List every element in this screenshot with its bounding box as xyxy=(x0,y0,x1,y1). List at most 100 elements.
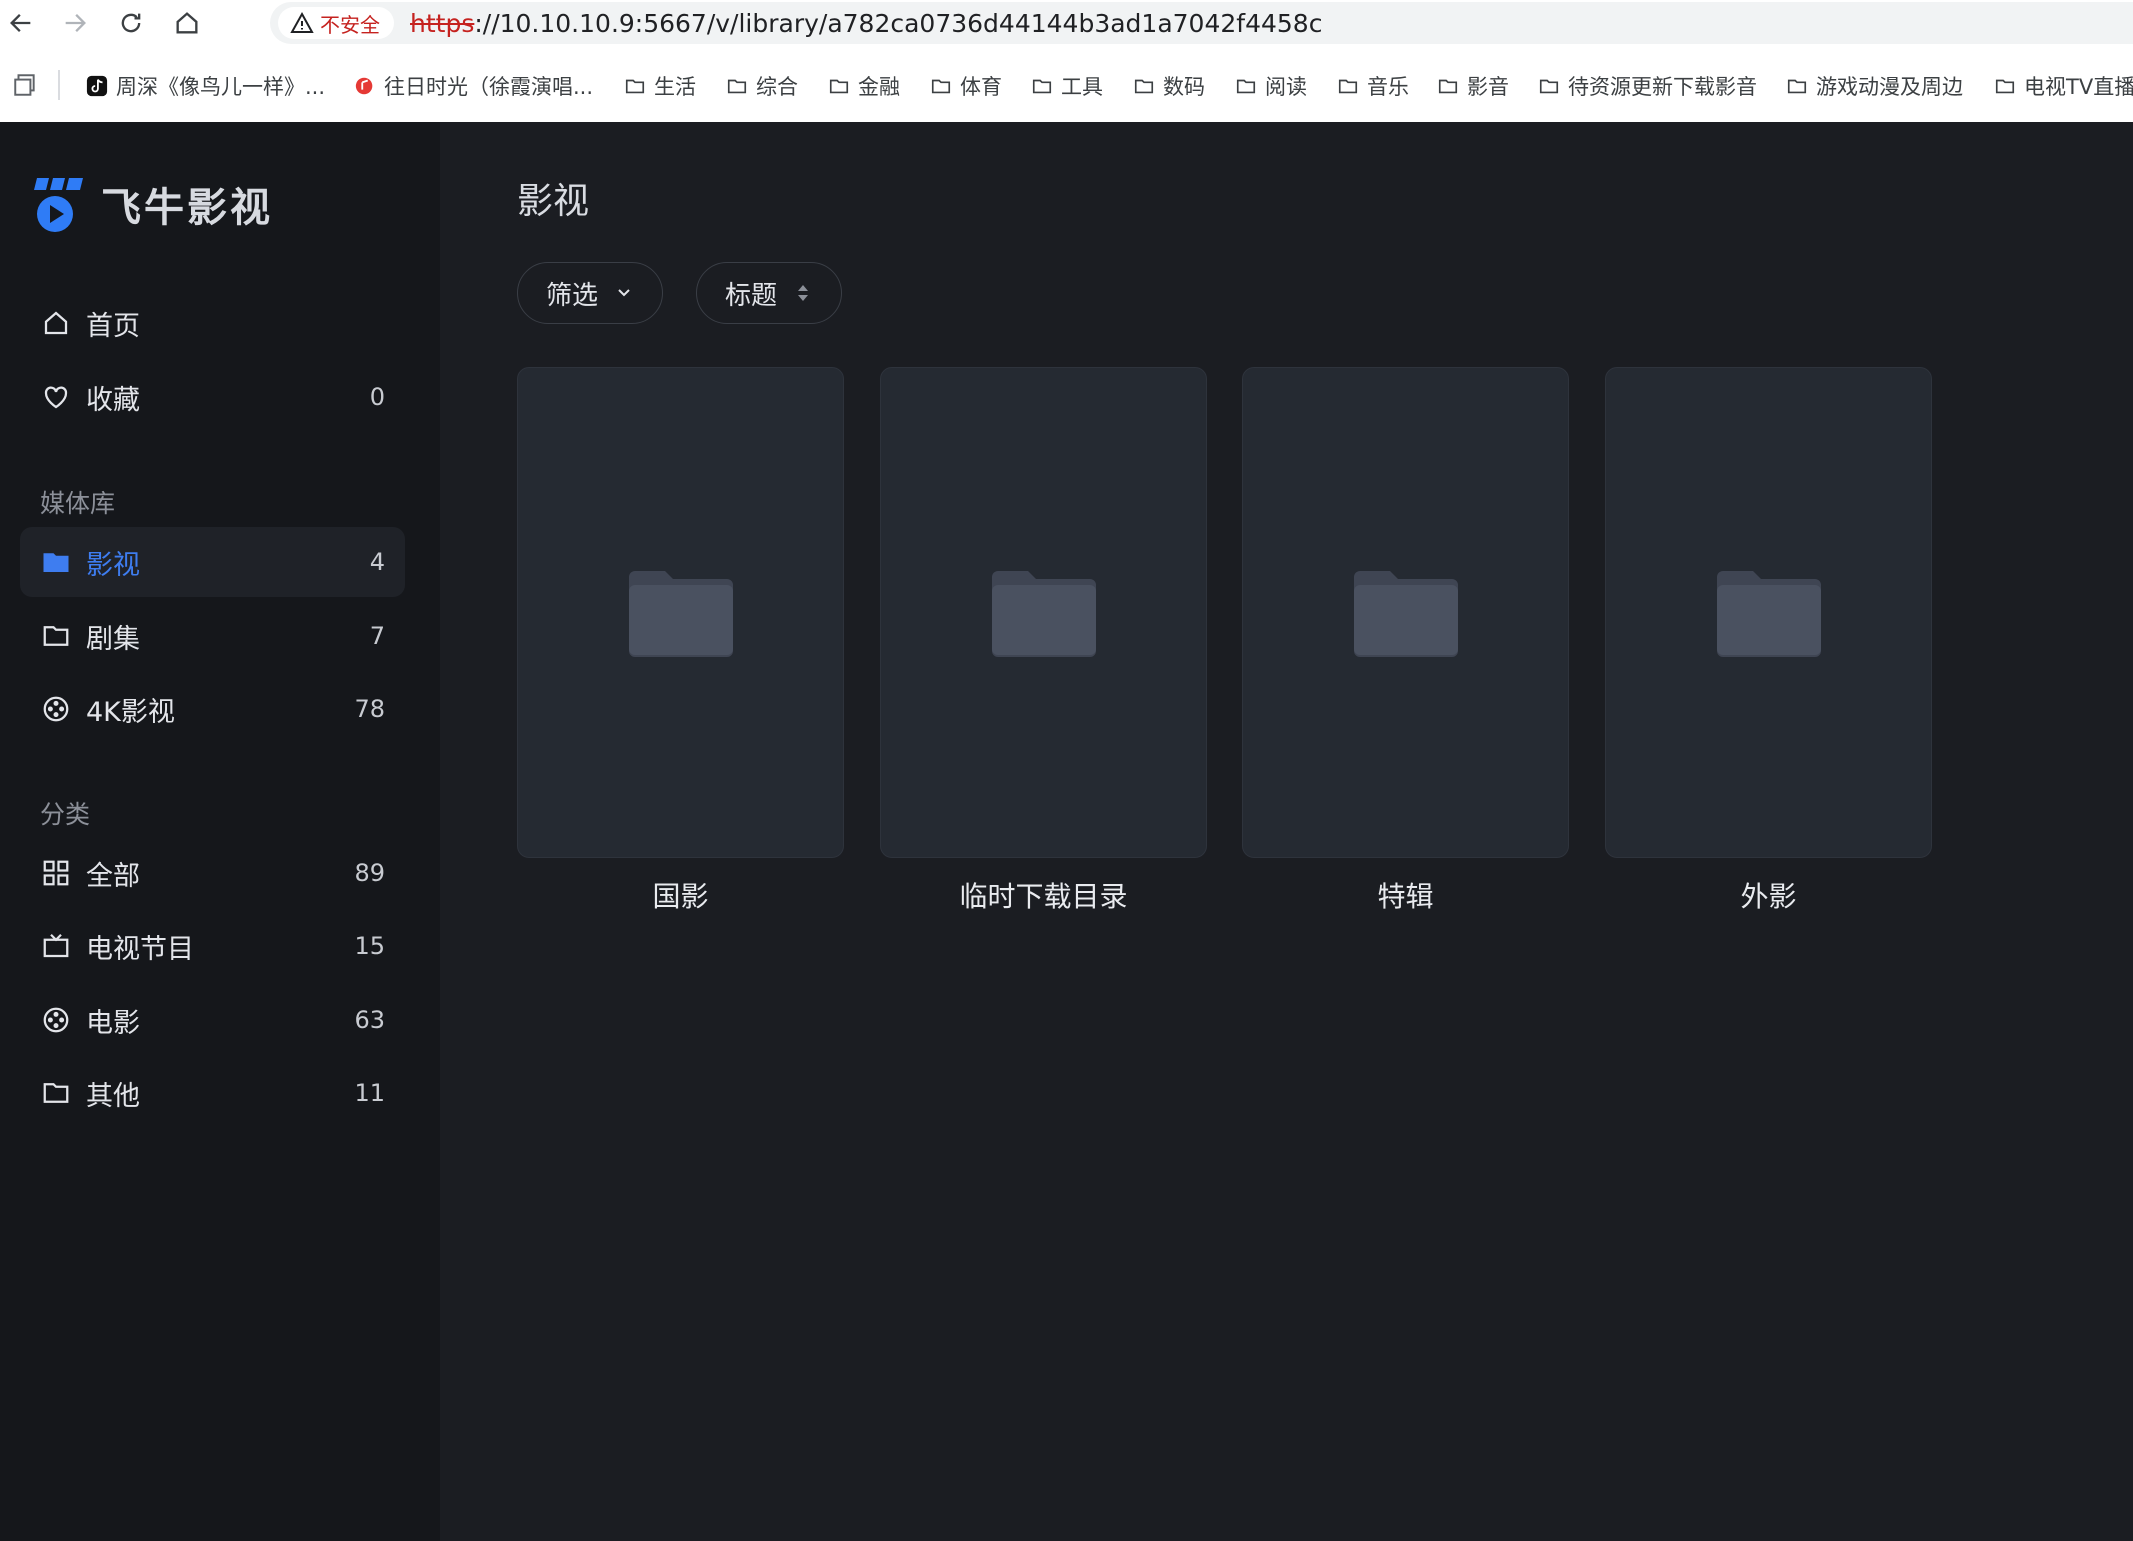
bookmark-label: 金融 xyxy=(858,75,900,99)
folder-thumbnail[interactable] xyxy=(517,367,844,858)
folder-card[interactable]: 临时下载目录 xyxy=(880,367,1207,915)
folder-icon xyxy=(40,1077,72,1109)
reload-button[interactable] xyxy=(114,6,148,40)
folder-icon xyxy=(1539,79,1559,94)
bookmarks-separator xyxy=(58,70,60,100)
bookmark-label: 综合 xyxy=(756,75,798,99)
bookmark-item[interactable]: 电视TV直播 xyxy=(1994,68,2133,104)
folder-icon xyxy=(40,620,72,652)
folder-name[interactable]: 外影 xyxy=(1605,875,1932,915)
home-icon xyxy=(40,307,72,339)
sidebar-item-count: 11 xyxy=(354,1079,385,1107)
bookmark-item[interactable]: 游戏动漫及周边 xyxy=(1786,68,1963,104)
bookmark-item[interactable]: 影音 xyxy=(1437,68,1509,104)
folder-card[interactable]: 特辑 xyxy=(1242,367,1569,915)
folder-icon xyxy=(1353,570,1458,657)
folder-card[interactable]: 国影 xyxy=(517,367,844,915)
heart-icon xyxy=(40,381,72,413)
sidebar-item-label: 影视 xyxy=(86,549,140,581)
folder-icon xyxy=(1338,79,1358,94)
folder-thumbnail[interactable] xyxy=(1605,367,1932,858)
sidebar-item-label: 剧集 xyxy=(86,623,140,655)
folder-name[interactable]: 国影 xyxy=(517,875,844,915)
folder-card[interactable]: 外影 xyxy=(1605,367,1932,915)
sort-button[interactable]: 标题 xyxy=(696,262,843,324)
sidebar-item-movies[interactable]: 电影 63 xyxy=(20,985,405,1055)
sidebar-item-count: 15 xyxy=(354,932,385,960)
tiktok-icon xyxy=(86,75,108,97)
reload-icon xyxy=(121,13,141,33)
folder-icon xyxy=(829,79,849,94)
bookmark-item[interactable]: 工具 xyxy=(1031,68,1103,104)
sidebar-item-home[interactable]: 首页 xyxy=(20,288,405,358)
bookmarks-bar: 周深《像鸟儿一样》... 往日时光（徐霞演唱... 生活 综合 金融 体育 工具 xyxy=(0,66,2133,106)
library-section-title: 媒体库 xyxy=(40,489,116,518)
bookmark-label: 电视TV直播 xyxy=(2024,75,2133,99)
sidebar-item-favorites[interactable]: 收藏 0 xyxy=(20,362,405,432)
sidebar-item-all[interactable]: 全部 89 xyxy=(20,838,405,908)
bookmark-item[interactable]: 金融 xyxy=(828,68,900,104)
security-indicator[interactable]: 不安全 xyxy=(278,7,394,39)
sidebar-item-other[interactable]: 其他 11 xyxy=(20,1058,405,1128)
folder-name[interactable]: 临时下载目录 xyxy=(880,875,1207,915)
sidebar-item-count: 7 xyxy=(369,622,385,650)
bookmark-label: 体育 xyxy=(960,75,1002,99)
folder-icon xyxy=(1787,79,1807,94)
folder-thumbnail[interactable] xyxy=(880,367,1207,858)
sidebar-item-count: 0 xyxy=(369,383,385,411)
browser-chrome: 不安全 https://10.10.10.9:5667/v/library/a7… xyxy=(0,0,2133,122)
back-arrow-icon xyxy=(10,14,31,32)
folder-name[interactable]: 特辑 xyxy=(1242,875,1569,915)
bookmark-label: 生活 xyxy=(654,75,696,99)
sidebar-item-label: 电视节目 xyxy=(86,933,194,965)
sidebar-item-tv-shows[interactable]: 电视节目 15 xyxy=(20,911,405,981)
film-reel-icon xyxy=(40,1004,72,1036)
bookmark-item[interactable]: 数码 xyxy=(1133,68,1205,104)
category-section-title: 分类 xyxy=(40,800,91,829)
folder-icon xyxy=(40,546,72,578)
bookmark-item[interactable]: 体育 xyxy=(930,68,1002,104)
sidebar-item-label: 收藏 xyxy=(86,384,140,416)
folder-icon xyxy=(1438,79,1458,94)
back-button[interactable] xyxy=(4,6,38,40)
bookmark-item[interactable]: 阅读 xyxy=(1235,68,1307,104)
chevron-down-icon xyxy=(618,289,630,297)
folder-icon xyxy=(931,79,951,94)
folder-icon xyxy=(1236,79,1256,94)
tv-icon xyxy=(40,930,72,962)
sidebar-item-label: 4K影视 xyxy=(86,696,175,728)
folder-icon xyxy=(1134,79,1154,94)
tab-search-icon[interactable] xyxy=(12,72,38,98)
address-bar[interactable]: 不安全 https://10.10.10.9:5667/v/library/a7… xyxy=(270,2,2133,44)
folder-icon xyxy=(991,570,1096,657)
filter-label: 筛选 xyxy=(546,280,599,311)
home-button[interactable] xyxy=(170,6,204,40)
bookmark-label: 游戏动漫及周边 xyxy=(1816,75,1963,99)
warning-icon xyxy=(290,11,314,33)
bookmark-item[interactable]: 综合 xyxy=(726,68,798,104)
filter-button[interactable]: 筛选 xyxy=(517,262,664,324)
bookmark-item[interactable]: 往日时光（徐霞演唱... xyxy=(354,68,593,104)
fnos-video-logo-icon xyxy=(34,178,83,232)
sort-label: 标题 xyxy=(725,280,778,311)
bookmark-item[interactable]: 周深《像鸟儿一样》... xyxy=(86,68,325,104)
sidebar-item-label: 其他 xyxy=(86,1080,140,1112)
url-text[interactable]: https://10.10.10.9:5667/v/library/a782ca… xyxy=(410,9,1322,38)
bookmark-label: 音乐 xyxy=(1367,75,1409,99)
bookmark-item[interactable]: 音乐 xyxy=(1337,68,1409,104)
forward-button[interactable] xyxy=(58,6,92,40)
folder-thumbnail[interactable] xyxy=(1242,367,1569,858)
sort-arrows-icon xyxy=(798,285,809,301)
bookmark-label: 数码 xyxy=(1163,75,1205,99)
sidebar-item-series-library[interactable]: 剧集 7 xyxy=(20,601,405,671)
bookmark-item[interactable]: 生活 xyxy=(624,68,696,104)
folder-icon xyxy=(1716,570,1821,657)
sidebar-item-movies-library[interactable]: 影视 4 xyxy=(20,527,405,597)
sidebar-item-4k-library[interactable]: 4K影视 78 xyxy=(20,674,405,744)
bookmark-item[interactable]: 待资源更新下载影音 xyxy=(1538,68,1757,104)
url-path: ://10.10.10.9:5667/v/library/a782ca0736d… xyxy=(474,8,1323,38)
forward-arrow-icon xyxy=(65,14,86,32)
folder-icon xyxy=(628,570,733,657)
bookmark-label: 阅读 xyxy=(1265,75,1307,99)
app-logo[interactable]: 飞牛影视 xyxy=(33,174,273,234)
